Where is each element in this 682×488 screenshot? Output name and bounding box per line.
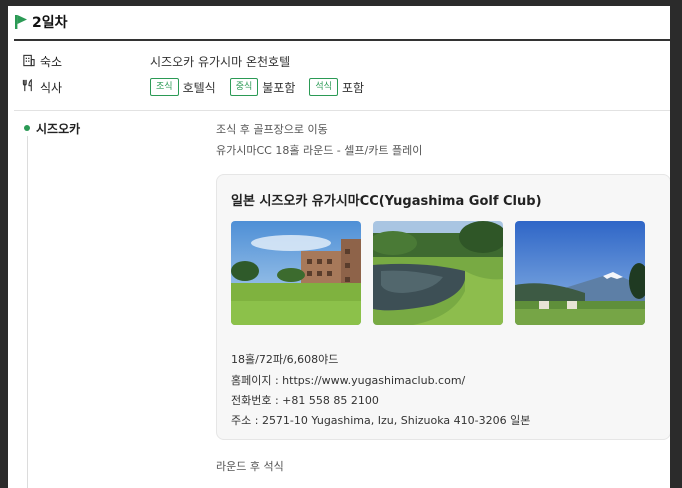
utensils-icon (22, 78, 35, 95)
place-name: 시즈오카 (36, 122, 81, 136)
flag-icon (14, 14, 28, 30)
meal-tag-lunch: 중식 (229, 78, 259, 96)
meal-value-breakfast: 호텔식 (182, 80, 216, 95)
day-title: 2일차 (32, 15, 68, 31)
meal-tag-breakfast: 조식 (150, 78, 179, 96)
photo-pond[interactable] (373, 221, 503, 325)
day-header: 2일차 (14, 10, 68, 34)
meal-value-dinner: 포함 (341, 80, 365, 95)
meal-value-lunch: 불포함 (262, 80, 296, 95)
building-icon (22, 54, 35, 70)
meal-tag-dinner: 석식 (309, 78, 338, 96)
meal-dinner: 석식 포함 (309, 78, 364, 96)
address: 주소 : 2571-10 Yugashima, Izu, Shizuoka 41… (231, 414, 531, 427)
lodging-value: 시즈오카 유가시마 온천호텔 (150, 55, 291, 69)
lodging-row: 숙소 시즈오카 유가시마 온천호텔 (22, 53, 290, 70)
header-divider (14, 39, 670, 41)
photo-mount-fuji[interactable] (515, 221, 645, 325)
lodging-label: 숙소 (40, 55, 63, 69)
meals-row: 식사 조식 호텔식 중식 불포함 석식 포함 (22, 78, 364, 96)
schedule-line-2: 유가시마CC 18홀 라운드 - 셀프/카트 플레이 (216, 144, 423, 157)
schedule-line-1: 조식 후 골프장으로 이동 (216, 123, 328, 136)
meals-label: 식사 (40, 80, 63, 95)
homepage-link[interactable]: 홈페이지 : https://www.yugashimaclub.com/ (231, 372, 465, 388)
section-divider (14, 110, 670, 111)
phone-number: 전화번호 : +81 558 85 2100 (231, 394, 379, 407)
course-info: 18홀/72파/6,608야드 (231, 353, 339, 366)
meal-lunch: 중식 불포함 (229, 78, 296, 96)
meal-breakfast: 조식 호텔식 (150, 78, 216, 96)
itinerary-page: 2일차 숙소 시즈오카 유가시마 온천호텔 식사 조식 호텔식 중식 불포함 석… (8, 6, 670, 488)
golf-club-card: 일본 시즈오카 유가시마CC(Yugashima Golf Club) 18홀/… (216, 174, 670, 440)
timeline-line (27, 136, 28, 488)
schedule-after-round: 라운드 후 석식 (216, 460, 284, 473)
timeline-dot (24, 125, 30, 131)
golf-club-title: 일본 시즈오카 유가시마CC(Yugashima Golf Club) (231, 194, 542, 209)
photo-clubhouse[interactable] (231, 221, 361, 325)
meal-list: 조식 호텔식 중식 불포함 석식 포함 (150, 78, 364, 96)
